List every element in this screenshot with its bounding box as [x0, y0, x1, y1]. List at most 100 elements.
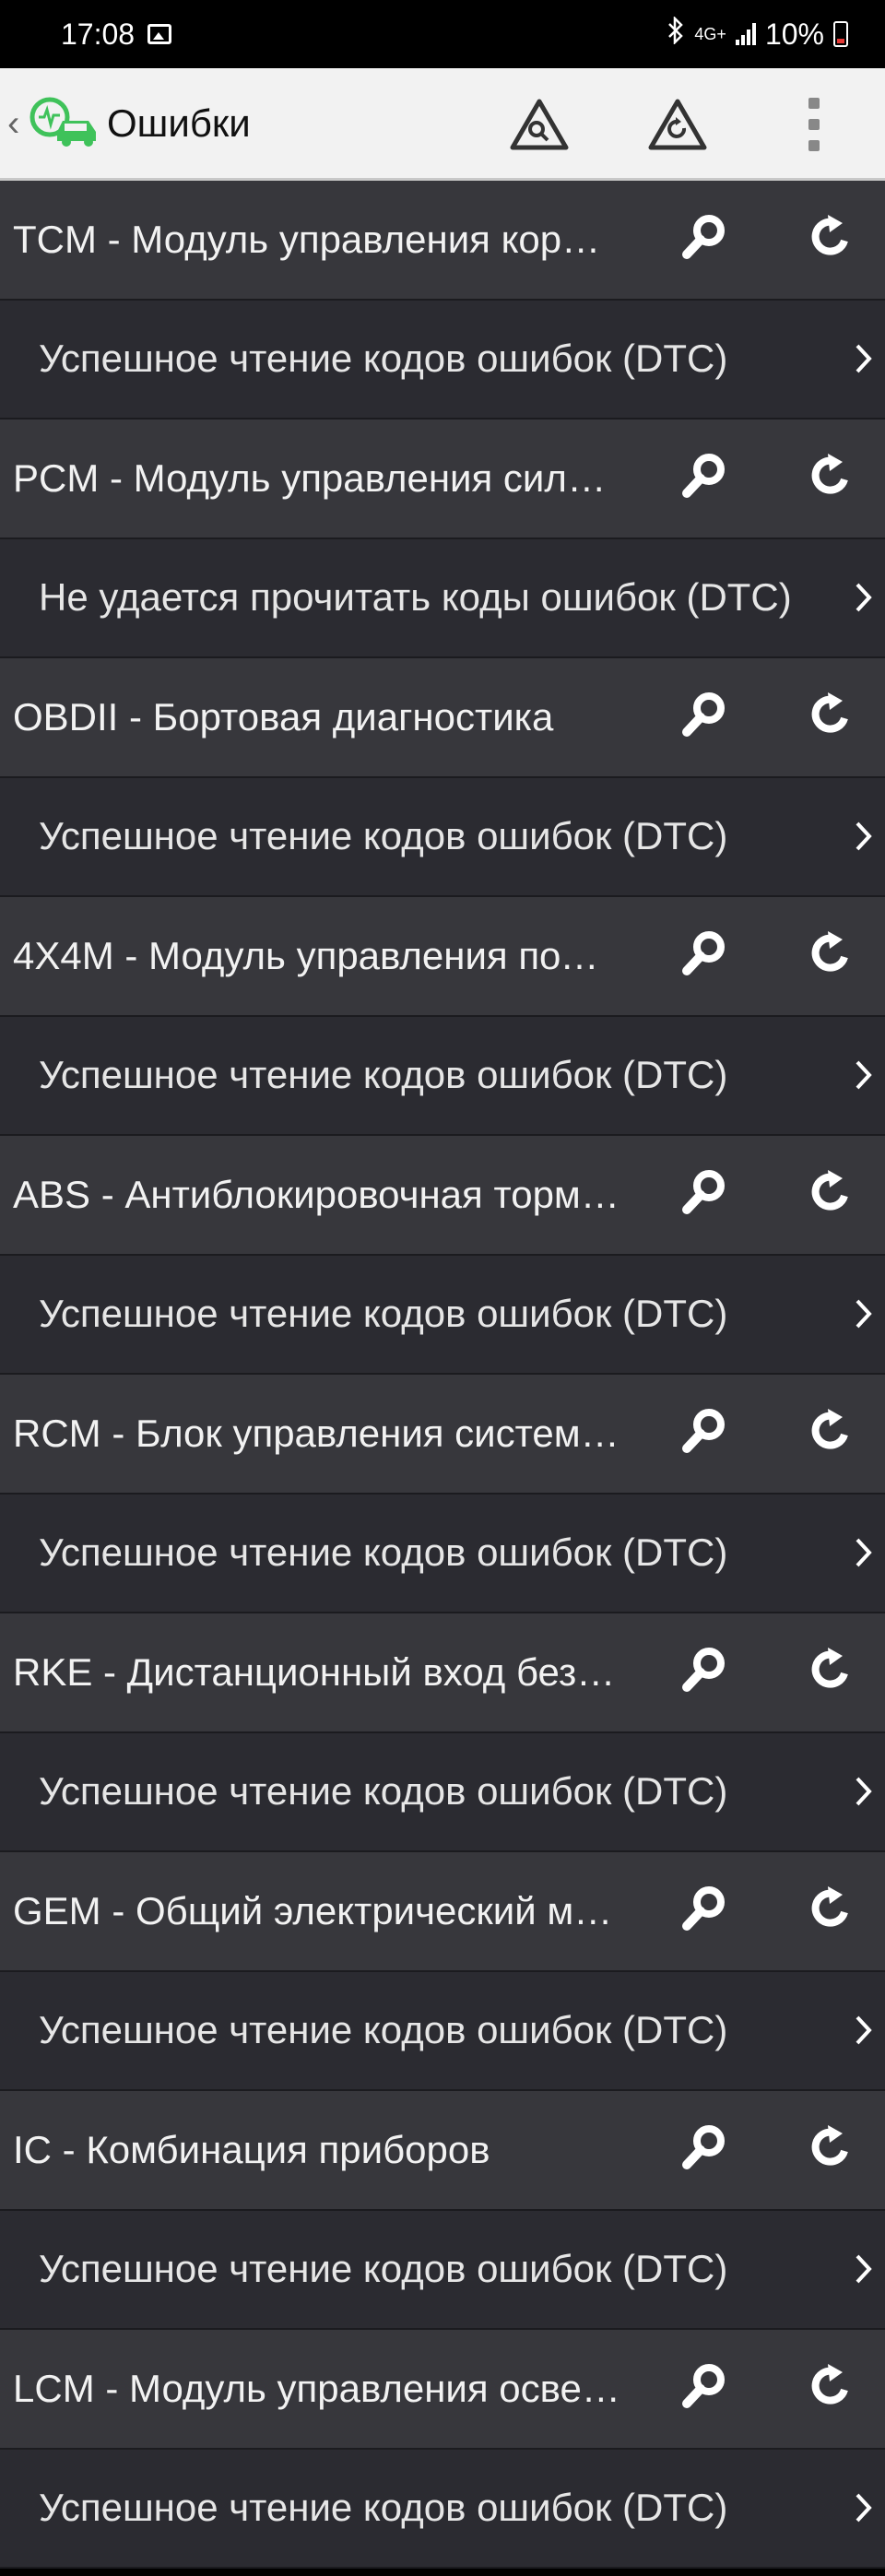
search-icon: [678, 2121, 732, 2179]
read-codes-button[interactable]: [673, 685, 738, 750]
network-type: 4G+: [694, 25, 726, 43]
dtc-status-text: Не удается прочитать коды ошибок (DTC): [39, 575, 792, 620]
read-codes-button[interactable]: [673, 1640, 738, 1705]
dtc-status-text: Успешное чтение кодов ошибок (DTC): [39, 1292, 728, 1336]
dtc-status-text: Успешное чтение кодов ошибок (DTC): [39, 1530, 728, 1575]
page-title: Ошибки: [107, 100, 251, 145]
search-icon: [678, 210, 732, 268]
refresh-icon: [808, 453, 854, 503]
module-row[interactable]: ABS - Антиблокировочная тормозная систем…: [0, 1136, 885, 1256]
module-name: IC - Комбинация приборов: [13, 2127, 490, 2171]
read-codes-button[interactable]: [673, 2357, 738, 2421]
chevron-right-icon: [850, 1525, 878, 1580]
battery-percent: 10%: [764, 17, 824, 51]
module-name: RCM - Блок управления системой безопасно…: [13, 1411, 621, 1455]
refresh-icon: [808, 2124, 854, 2175]
clear-codes-button[interactable]: [798, 446, 863, 511]
scan-clear-button[interactable]: [645, 96, 710, 153]
read-codes-button[interactable]: [673, 1401, 738, 1466]
refresh-icon: [808, 1408, 854, 1459]
module-name: TCM - Модуль управления коробкой передач: [13, 217, 621, 261]
chevron-right-icon: [850, 1047, 878, 1103]
module-row[interactable]: RCM - Блок управления системой безопасно…: [0, 1375, 885, 1495]
clear-codes-button[interactable]: [798, 1640, 863, 1705]
gallery-icon: [148, 24, 172, 44]
module-row[interactable]: RKE - Дистанционный вход без ключа: [0, 1613, 885, 1733]
module-name: LCM - Модуль управления освещением: [13, 2366, 621, 2410]
search-icon: [678, 688, 732, 746]
search-icon: [678, 1643, 732, 1701]
refresh-icon: [808, 691, 854, 742]
signal-icon: [735, 23, 756, 45]
search-icon: [678, 1882, 732, 1940]
back-icon[interactable]: ‹: [7, 105, 28, 142]
module-name: GEM - Общий электрический модуль: [13, 1888, 621, 1932]
dtc-status-row[interactable]: Успешное чтение кодов ошибок (DTC): [0, 1971, 885, 2091]
module-row[interactable]: GEM - Общий электрический модуль: [0, 1852, 885, 1972]
battery-icon: [833, 21, 848, 47]
module-name: ABS - Антиблокировочная тормозная систем…: [13, 1172, 621, 1216]
read-codes-button[interactable]: [673, 2118, 738, 2182]
dtc-status-row[interactable]: Успешное чтение кодов ошибок (DTC): [0, 2449, 885, 2569]
clear-codes-button[interactable]: [798, 2357, 863, 2421]
chevron-right-icon: [850, 2241, 878, 2297]
clear-codes-button[interactable]: [798, 924, 863, 988]
module-name: PCM - Модуль управления силовым агрегато…: [13, 455, 621, 500]
module-row[interactable]: LCM - Модуль управления освещением: [0, 2330, 885, 2450]
clear-codes-button[interactable]: [798, 1879, 863, 1944]
dtc-status-row[interactable]: Успешное чтение кодов ошибок (DTC): [0, 1016, 885, 1136]
module-row[interactable]: OBDII - Бортовая диагностика: [0, 658, 885, 778]
module-name: OBDII - Бортовая диагностика: [13, 694, 554, 739]
dtc-status-text: Успешное чтение кодов ошибок (DTC): [39, 337, 728, 381]
refresh-icon: [808, 1885, 854, 1936]
search-icon: [678, 927, 732, 985]
more-menu-icon[interactable]: [800, 98, 828, 151]
chevron-right-icon: [850, 2480, 878, 2535]
module-name: 4X4M - Модуль управления полным приводом: [13, 933, 621, 977]
module-row[interactable]: IC - Комбинация приборов: [0, 2091, 885, 2211]
module-row[interactable]: 4X4M - Модуль управления полным приводом: [0, 897, 885, 1017]
dtc-status-row[interactable]: Успешное чтение кодов ошибок (DTC): [0, 777, 885, 897]
clear-codes-button[interactable]: [798, 685, 863, 750]
app-logo-car-icon[interactable]: [28, 95, 101, 152]
dtc-status-text: Успешное чтение кодов ошибок (DTC): [39, 2008, 728, 2052]
dtc-status-text: Успешное чтение кодов ошибок (DTC): [39, 814, 728, 858]
chevron-right-icon: [850, 331, 878, 386]
bluetooth-icon: [667, 15, 685, 52]
warning-refresh-icon: [648, 99, 707, 150]
search-icon: [678, 2359, 732, 2417]
status-time: 17:08: [61, 17, 136, 51]
search-icon: [678, 1404, 732, 1462]
dtc-status-text: Успешное чтение кодов ошибок (DTC): [39, 1053, 728, 1097]
chevron-right-icon: [850, 809, 878, 864]
refresh-icon: [808, 1647, 854, 1697]
dtc-status-text: Успешное чтение кодов ошибок (DTC): [39, 1769, 728, 1814]
read-codes-button[interactable]: [673, 1879, 738, 1944]
dtc-status-row[interactable]: Успешное чтение кодов ошибок (DTC): [0, 2210, 885, 2330]
chevron-right-icon: [850, 570, 878, 625]
search-icon: [678, 449, 732, 507]
read-codes-button[interactable]: [673, 924, 738, 988]
dtc-status-row[interactable]: Успешное чтение кодов ошибок (DTC): [0, 1255, 885, 1375]
scan-search-button[interactable]: [507, 96, 572, 153]
read-codes-button[interactable]: [673, 446, 738, 511]
dtc-status-row[interactable]: Успешное чтение кодов ошибок (DTC): [0, 1732, 885, 1852]
dtc-status-text: Успешное чтение кодов ошибок (DTC): [39, 2486, 728, 2530]
clear-codes-button[interactable]: [798, 2118, 863, 2182]
refresh-icon: [808, 930, 854, 981]
clear-codes-button[interactable]: [798, 1401, 863, 1466]
module-row[interactable]: TCM - Модуль управления коробкой передач: [0, 181, 885, 301]
dtc-status-row[interactable]: Успешное чтение кодов ошибок (DTC): [0, 1494, 885, 1613]
status-bar: 17:08 4G+ 10%: [0, 0, 885, 68]
refresh-icon: [808, 2363, 854, 2414]
search-icon: [678, 1165, 732, 1223]
clear-codes-button[interactable]: [798, 207, 863, 272]
module-row[interactable]: PCM - Модуль управления силовым агрегато…: [0, 419, 885, 539]
clear-codes-button[interactable]: [798, 1163, 863, 1227]
read-codes-button[interactable]: [673, 207, 738, 272]
dtc-status-row[interactable]: Не удается прочитать коды ошибок (DTC): [0, 538, 885, 658]
chevron-right-icon: [850, 1764, 878, 1819]
dtc-status-row[interactable]: Успешное чтение кодов ошибок (DTC): [0, 300, 885, 419]
read-codes-button[interactable]: [673, 1163, 738, 1227]
module-name: RKE - Дистанционный вход без ключа: [13, 1649, 621, 1694]
